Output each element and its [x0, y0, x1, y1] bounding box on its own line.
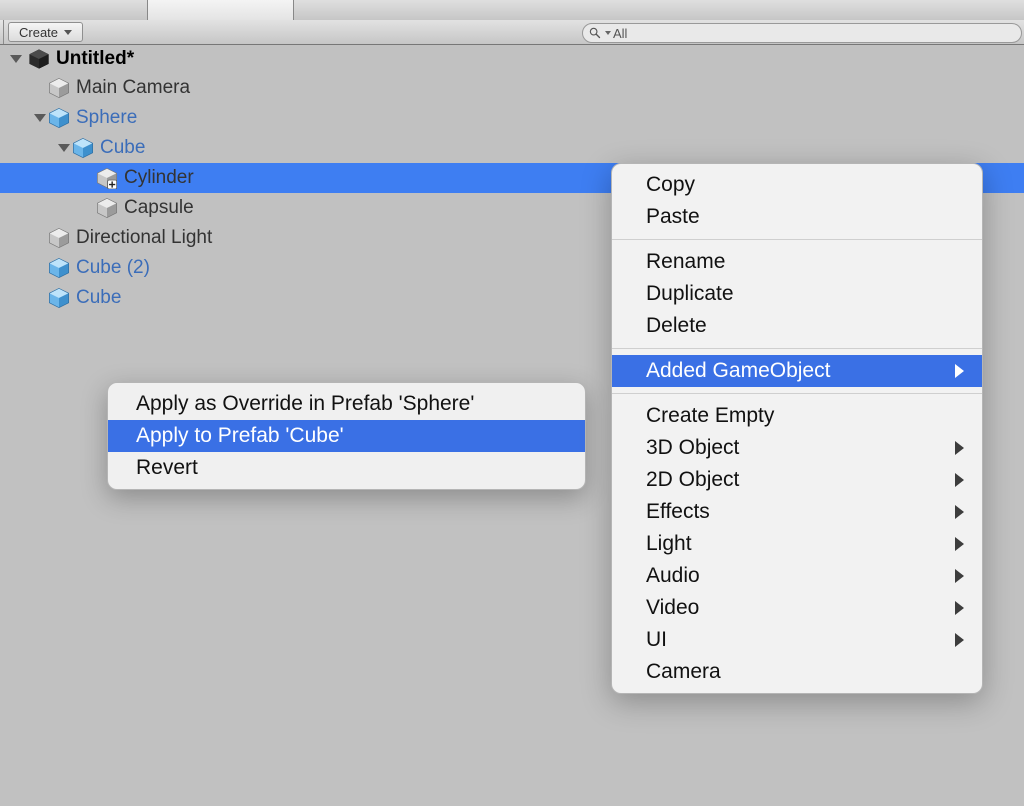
search-icon — [589, 27, 601, 39]
context-menu-item-label: Delete — [646, 314, 707, 338]
context-menu-item-camera[interactable]: Camera — [612, 656, 982, 688]
hierarchy-row-label: Cube — [100, 137, 145, 159]
context-menu-item-label: Rename — [646, 250, 725, 274]
context-menu-item-rename[interactable]: Rename — [612, 246, 982, 278]
added-gameobject-submenu: Apply as Override in Prefab 'Sphere' Appl… — [107, 382, 586, 490]
prefab-cube-icon — [72, 137, 94, 159]
hierarchy-row-label: Main Camera — [76, 77, 190, 99]
menu-separator — [612, 393, 982, 394]
search-placeholder: All — [613, 26, 627, 41]
editor-tab-strip — [0, 0, 1024, 21]
scene-header[interactable]: Untitled* — [0, 45, 1024, 73]
context-menu-item-label: Duplicate — [646, 282, 734, 306]
context-menu-item-label: 3D Object — [646, 436, 739, 460]
context-menu-item-label: UI — [646, 628, 667, 652]
hierarchy-row-label: Sphere — [76, 107, 137, 129]
context-menu-item-added-gameobject[interactable]: Added GameObject — [612, 355, 982, 387]
context-menu-item-ui[interactable]: UI — [612, 624, 982, 656]
scene-title: Untitled* — [56, 48, 134, 70]
dropdown-caret-icon — [64, 30, 72, 35]
hierarchy-row-sphere[interactable]: Sphere — [0, 103, 1024, 133]
context-menu-item-paste[interactable]: Paste — [612, 201, 982, 233]
hierarchy-row-label: Cube — [76, 287, 121, 309]
context-menu-item-label: Create Empty — [646, 404, 774, 428]
gameobject-added-cube-icon — [96, 167, 118, 189]
context-menu-item-label: Added GameObject — [646, 359, 830, 383]
context-menu-item-2d-object[interactable]: 2D Object — [612, 464, 982, 496]
context-menu-item-delete[interactable]: Delete — [612, 310, 982, 342]
menu-separator — [612, 348, 982, 349]
context-menu-item-video[interactable]: Video — [612, 592, 982, 624]
submenu-item-label: Apply to Prefab 'Cube' — [136, 424, 344, 447]
context-menu-item-audio[interactable]: Audio — [612, 560, 982, 592]
toolbar-edge — [0, 20, 4, 44]
hierarchy-search-input[interactable]: All — [582, 23, 1022, 43]
hierarchy-row-label: Cylinder — [124, 167, 194, 189]
context-menu-item-effects[interactable]: Effects — [612, 496, 982, 528]
prefab-cube-icon — [48, 287, 70, 309]
context-menu-item-copy[interactable]: Copy — [612, 169, 982, 201]
hierarchy-row-label: Capsule — [124, 197, 194, 219]
context-menu-item-create-empty[interactable]: Create Empty — [612, 400, 982, 432]
disclosure-triangle-icon[interactable] — [32, 114, 48, 122]
hierarchy-context-menu: Copy Paste Rename Duplicate Delete Added Game… — [611, 163, 983, 694]
hierarchy-row-label: Cube (2) — [76, 257, 150, 279]
context-menu-item-light[interactable]: Light — [612, 528, 982, 560]
context-menu-item-duplicate[interactable]: Duplicate — [612, 278, 982, 310]
disclosure-triangle-icon[interactable] — [56, 144, 72, 152]
prefab-cube-icon — [48, 107, 70, 129]
disclosure-triangle-icon[interactable] — [10, 55, 22, 63]
context-menu-item-label: Paste — [646, 205, 700, 229]
context-menu-item-label: Light — [646, 532, 692, 556]
unity-scene-icon — [28, 48, 50, 70]
active-tab-gap — [147, 0, 294, 21]
context-menu-item-label: 2D Object — [646, 468, 739, 492]
menu-separator — [612, 239, 982, 240]
context-menu-item-3d-object[interactable]: 3D Object — [612, 432, 982, 464]
hierarchy-row-main-camera[interactable]: Main Camera — [0, 73, 1024, 103]
context-menu-item-label: Audio — [646, 564, 700, 588]
hierarchy-row-label: Directional Light — [76, 227, 212, 249]
submenu-item-label: Revert — [136, 456, 198, 479]
context-menu-item-label: Camera — [646, 660, 721, 684]
submenu-item-apply-as-override-in-prefab-sphere-[interactable]: Apply as Override in Prefab 'Sphere' — [108, 388, 585, 420]
gameobject-cube-icon — [96, 197, 118, 219]
create-button-label: Create — [19, 25, 58, 40]
gameobject-cube-icon — [48, 227, 70, 249]
context-menu-item-label: Video — [646, 596, 699, 620]
gameobject-cube-icon — [48, 77, 70, 99]
submenu-item-revert[interactable]: Revert — [108, 452, 585, 484]
hierarchy-toolbar: Create All — [0, 20, 1024, 45]
context-menu-item-label: Effects — [646, 500, 710, 524]
submenu-item-label: Apply as Override in Prefab 'Sphere' — [136, 392, 474, 415]
create-button[interactable]: Create — [8, 22, 83, 42]
search-filter-caret-icon — [605, 31, 611, 35]
prefab-cube-icon — [48, 257, 70, 279]
hierarchy-row-cube[interactable]: Cube — [0, 133, 1024, 163]
submenu-item-apply-to-prefab-cube-[interactable]: Apply to Prefab 'Cube' — [108, 420, 585, 452]
context-menu-item-label: Copy — [646, 173, 695, 197]
